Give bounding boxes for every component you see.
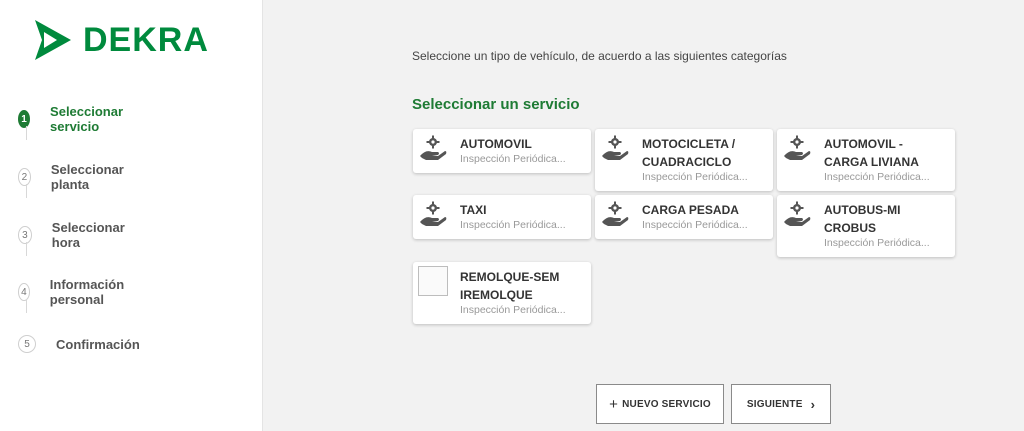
next-label: SIGUIENTE [746,398,803,410]
card-subtitle: Inspección Periódica... [642,219,748,231]
card-body: AUTOBUS-MICROBUS Inspección Periódica... [824,201,930,250]
card-body: MOTOCICLETA / CUADRACICLO Inspección Per… [642,135,767,184]
card-title: REMOLQUE-SEMIREMOLQUE [460,270,560,302]
card-subtitle: Inspección Periódica... [460,153,566,165]
service-card-autobus-microbus[interactable]: AUTOBUS-MICROBUS Inspección Periódica... [777,195,955,257]
card-subtitle: Inspección Periódica... [642,171,748,183]
brand-name: DEKRA [83,21,209,59]
card-subtitle: Inspección Periódica... [824,237,930,249]
plus-icon: + [609,395,619,413]
hand-gear-icon [420,135,447,160]
hand-gear-icon [420,201,447,226]
step-label: Información personal [49,277,125,307]
step-number: 1 [18,110,31,128]
hand-gear-icon [602,201,629,226]
step-confirmacion[interactable]: 5 Confirmación [18,335,140,353]
card-title: MOTOCICLETA / CUADRACICLO [642,137,736,169]
service-card-taxi[interactable]: TAXI Inspección Periódica... [413,195,591,239]
step-number: 3 [18,226,32,244]
step-label: Seleccionar servicio [50,104,124,134]
step-connector [26,126,27,140]
step-label: Seleccionar hora [51,220,125,250]
card-title: AUTOMOVIL - CARGA LIVIANA [824,137,919,169]
step-seleccionar-servicio[interactable]: 1 Seleccionar servicio [18,104,129,134]
card-body: CARGA PESADA Inspección Periódica... [642,201,767,232]
card-body: REMOLQUE-SEMIREMOLQUE Inspección Periódi… [460,268,566,317]
service-card-remolque-semiremolque[interactable]: REMOLQUE-SEMIREMOLQUE Inspección Periódi… [413,262,591,324]
broken-image-icon [418,266,448,296]
step-seleccionar-planta[interactable]: 2 Seleccionar planta [18,162,129,192]
card-body: AUTOMOVIL - CARGA LIVIANA Inspección Per… [824,135,934,184]
card-title: TAXI [460,203,487,217]
hand-gear-icon [784,135,811,160]
new-service-label: NUEVO SERVICIO [622,398,711,410]
service-card-automovil[interactable]: AUTOMOVIL Inspección Periódica... [413,129,591,173]
card-subtitle: Inspección Periódica... [460,219,566,231]
card-body: AUTOMOVIL Inspección Periódica... [460,135,585,166]
service-card-motocicleta[interactable]: MOTOCICLETA / CUADRACICLO Inspección Per… [595,129,773,191]
step-number: 5 [18,335,36,353]
instruction-text: Seleccione un tipo de vehículo, de acuer… [412,49,787,63]
card-body: TAXI Inspección Periódica... [460,201,585,232]
sidebar: DEKRA 1 Seleccionar servicio 2 Seleccion… [0,0,263,431]
chevron-right-icon: › [810,396,816,412]
service-card-automovil-carga-liviana[interactable]: AUTOMOVIL - CARGA LIVIANA Inspección Per… [777,129,955,191]
card-title: CARGA PESADA [642,203,739,217]
step-seleccionar-hora[interactable]: 3 Seleccionar hora [18,220,129,250]
hand-gear-icon [602,135,629,160]
step-connector [26,299,27,313]
card-title: AUTOBUS-MICROBUS [824,203,901,235]
service-card-carga-pesada[interactable]: CARGA PESADA Inspección Periódica... [595,195,773,239]
step-number: 4 [18,283,30,301]
step-connector [26,242,27,256]
step-number: 2 [18,168,31,186]
step-informacion-personal[interactable]: 4 Información personal [18,277,130,307]
step-label: Confirmación [56,336,140,352]
step-connector [26,184,27,198]
card-subtitle: Inspección Periódica... [824,171,930,183]
section-title: Seleccionar un servicio [412,96,580,113]
new-service-button[interactable]: + NUEVO SERVICIO [596,384,724,424]
hand-gear-icon [784,201,811,226]
next-button[interactable]: SIGUIENTE › [731,384,831,424]
step-label: Seleccionar planta [50,162,124,192]
dekra-logo-icon [35,20,71,60]
card-title: AUTOMOVIL [460,137,532,151]
card-subtitle: Inspección Periódica... [460,304,566,316]
dekra-logo: DEKRA [33,18,209,62]
